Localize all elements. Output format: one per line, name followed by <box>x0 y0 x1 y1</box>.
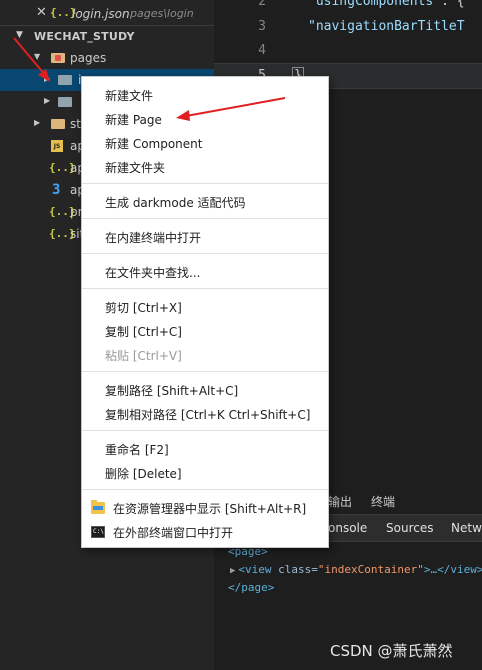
menu-item-label: 在外部终端窗口中打开 <box>113 526 234 540</box>
menu-item-new-folder[interactable]: 新建文件夹 <box>82 154 328 178</box>
menu-item-delete[interactable]: 删除 [Delete] <box>82 460 328 484</box>
menu-item-copy[interactable]: 复制 [Ctrl+C] <box>82 318 328 342</box>
tree-item-label: st <box>70 117 81 131</box>
menu-item-new-component[interactable]: 新建 Component <box>82 130 328 154</box>
xml-node[interactable]: ▶ <view class="indexContainer">…</view> <box>230 563 482 576</box>
tab-sources[interactable]: Sources <box>386 521 433 535</box>
js-file-icon: JS <box>51 140 63 152</box>
folder-icon <box>58 75 72 85</box>
menu-item-label: 复制路径 [Shift+Alt+C] <box>105 384 239 398</box>
chevron-right-icon: ▶ <box>44 74 51 83</box>
menu-separator <box>82 253 328 254</box>
chevron-down-icon: ▼ <box>16 30 23 40</box>
json-key: "navigationBarTitleT <box>308 19 465 34</box>
menu-item-label: 生成 darkmode 适配代码 <box>105 196 246 210</box>
menu-separator <box>82 288 328 289</box>
tab-output[interactable]: 输出 <box>328 493 352 510</box>
tab-network[interactable]: Netw <box>451 521 482 535</box>
menu-item-open-external-terminal[interactable]: 在外部终端窗口中打开 <box>82 519 328 543</box>
open-file-name: login.json <box>72 7 130 21</box>
menu-item-label: 在内建终端中打开 <box>105 231 202 245</box>
menu-item-label: 重命名 [F2] <box>105 443 169 457</box>
xml-tag: >…</view> <box>423 563 482 576</box>
menu-separator <box>82 218 328 219</box>
menu-item-reveal-in-explorer[interactable]: 在资源管理器中显示 [Shift+Alt+R] <box>82 495 328 519</box>
folder-icon <box>58 97 72 107</box>
menu-item-open-terminal[interactable]: 在内建终端中打开 <box>82 224 328 248</box>
tab-terminal[interactable]: 终端 <box>371 493 395 510</box>
menu-item-label: 在资源管理器中显示 [Shift+Alt+R] <box>113 502 307 516</box>
code-line: "navigationBarTitleT <box>308 19 465 34</box>
xml-attr-value: "indexContainer" <box>317 563 424 576</box>
menu-item-label: 新建 Component <box>105 137 203 151</box>
menu-item-darkmode[interactable]: 生成 darkmode 适配代码 <box>82 189 328 213</box>
chevron-down-icon: ▼ <box>34 52 41 61</box>
json-punctuation: : { <box>441 0 465 9</box>
xml-tag: </page> <box>228 581 275 594</box>
chevron-right-icon: ▶ <box>44 96 51 105</box>
code-line: "usingComponents": { <box>308 0 465 9</box>
menu-item-copy-path[interactable]: 复制路径 [Shift+Alt+C] <box>82 377 328 401</box>
menu-item-paste: 粘贴 [Ctrl+V] <box>82 342 328 366</box>
menu-item-label: 删除 [Delete] <box>105 467 182 481</box>
xml-attr-name: class= <box>271 563 318 576</box>
menu-item-label: 新建 Page <box>105 113 162 127</box>
open-file-path: pages\login <box>130 7 194 20</box>
folder-icon <box>51 53 65 63</box>
menu-separator <box>82 430 328 431</box>
menu-item-label: 剪切 [Ctrl+X] <box>105 301 182 315</box>
xml-tag: <view <box>238 563 272 576</box>
line-number: 4 <box>258 43 266 58</box>
menu-item-label: 粘贴 [Ctrl+V] <box>105 349 182 363</box>
tree-item-label: pages <box>70 51 107 65</box>
close-icon[interactable]: ✕ <box>36 5 47 20</box>
menu-item-find-in-folder[interactable]: 在文件夹中查找... <box>82 259 328 283</box>
menu-item-label: 复制相对路径 [Ctrl+K Ctrl+Shift+C] <box>105 408 311 422</box>
xml-node[interactable]: </page> <box>228 581 274 594</box>
menu-item-label: 在文件夹中查找... <box>105 266 201 280</box>
menu-item-label: 新建文件 <box>105 89 154 103</box>
file-explorer-icon <box>91 500 105 514</box>
workspace-section-header[interactable]: ▼ WECHAT_STUDY <box>0 25 214 48</box>
menu-item-label: 复制 [Ctrl+C] <box>105 325 182 339</box>
open-editor-item[interactable]: ✕ {..} login.json pages\login <box>0 3 214 25</box>
tree-item-pages[interactable]: ▼ pages <box>0 47 214 69</box>
caret-right-icon[interactable]: ▶ <box>230 566 235 576</box>
menu-item-new-file[interactable]: 新建文件 <box>82 82 328 106</box>
menu-item-cut[interactable]: 剪切 [Ctrl+X] <box>82 294 328 318</box>
tab-console[interactable]: onsole <box>328 521 367 535</box>
terminal-icon <box>91 526 105 538</box>
menu-item-new-page[interactable]: 新建 Page <box>82 106 328 130</box>
chevron-right-icon: ▶ <box>34 118 41 127</box>
css-file-icon: 3 <box>52 182 61 198</box>
line-number: 2 <box>258 0 266 9</box>
menu-item-copy-relative-path[interactable]: 复制相对路径 [Ctrl+K Ctrl+Shift+C] <box>82 401 328 425</box>
context-menu: 新建文件 新建 Page 新建 Component 新建文件夹 生成 darkm… <box>81 76 329 548</box>
line-number: 3 <box>258 19 266 34</box>
workspace-title: WECHAT_STUDY <box>34 30 135 43</box>
folder-icon <box>51 119 65 129</box>
menu-item-label: 新建文件夹 <box>105 161 166 175</box>
menu-item-rename[interactable]: 重命名 [F2] <box>82 436 328 460</box>
watermark: CSDN @萧氏萧然 <box>330 642 453 660</box>
menu-separator <box>82 371 328 372</box>
json-key: "usingComponents" <box>308 0 442 9</box>
menu-separator <box>82 183 328 184</box>
menu-separator <box>82 489 328 490</box>
